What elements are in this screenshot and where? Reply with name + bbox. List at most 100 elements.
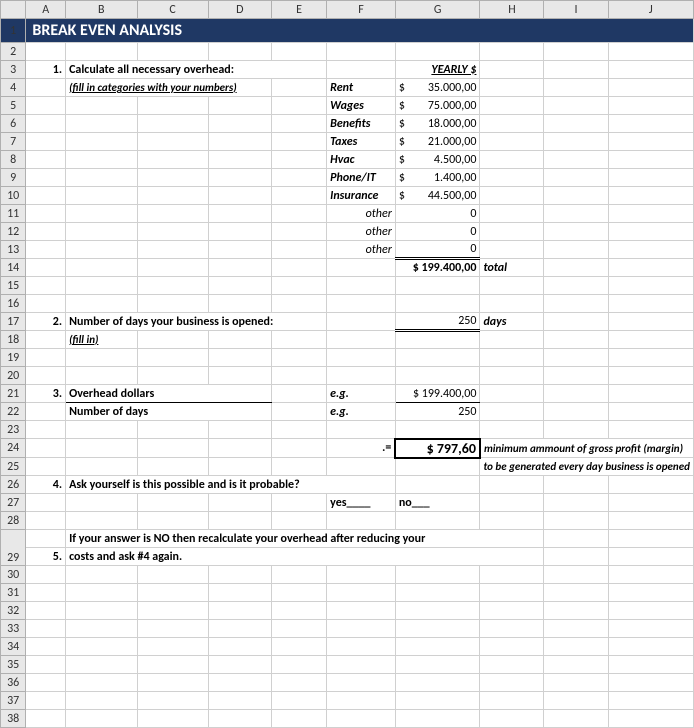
row-11: 11 other 0: [1, 205, 694, 223]
row-37: 37: [1, 692, 694, 710]
label-phone-it[interactable]: Phone/IT: [327, 169, 396, 187]
row-25: 25 to be generated every day business is…: [1, 458, 694, 476]
row-31: 31: [1, 584, 694, 602]
yearly-header[interactable]: YEARLY $: [395, 61, 480, 79]
col-header-C[interactable]: C: [137, 1, 208, 19]
row-23: 23: [1, 421, 694, 439]
number-of-days-label[interactable]: Number of days: [66, 403, 272, 421]
days-value[interactable]: 250: [395, 313, 480, 331]
page-title[interactable]: BREAK EVEN ANALYSIS: [26, 19, 694, 43]
step-5-num[interactable]: 5.: [26, 548, 66, 566]
label-other-3[interactable]: other: [327, 241, 396, 259]
row-29a: 29 If your answer is NO then recalculate…: [1, 530, 694, 548]
days-label[interactable]: days: [480, 313, 544, 331]
col-header-A[interactable]: A: [26, 1, 66, 19]
value-rent[interactable]: $35.000,00: [395, 79, 480, 97]
overhead-dollars-value[interactable]: $ 199.400,00: [395, 385, 480, 403]
col-header-B[interactable]: B: [66, 1, 137, 19]
step-5-text-line1[interactable]: If your answer is NO then recalculate yo…: [66, 530, 544, 548]
col-header-E[interactable]: E: [271, 1, 326, 19]
label-rent[interactable]: Rent: [327, 79, 396, 97]
step-2-num[interactable]: 2.: [26, 313, 66, 331]
row-5: 5 Wages $75.000,00: [1, 97, 694, 115]
row-22: 22 Number of days e.g. 250: [1, 403, 694, 421]
row-27: 27 yes____ no___: [1, 494, 694, 512]
row-15: 15: [1, 277, 694, 295]
value-hvac[interactable]: $4.500,00: [395, 151, 480, 169]
value-other-3[interactable]: 0: [395, 241, 480, 259]
value-taxes[interactable]: $21.000,00: [395, 133, 480, 151]
corner-cell[interactable]: [1, 1, 26, 19]
label-wages[interactable]: Wages: [327, 97, 396, 115]
result-note-2[interactable]: to be generated every day business is op…: [480, 458, 694, 476]
col-header-G[interactable]: G: [395, 1, 480, 19]
column-headers: A B C D E F G H I J: [1, 1, 694, 19]
col-header-H[interactable]: H: [480, 1, 544, 19]
col-header-J[interactable]: J: [608, 1, 694, 19]
value-wages[interactable]: $75.000,00: [395, 97, 480, 115]
equals-label[interactable]: .=: [327, 439, 396, 458]
eg-2[interactable]: e.g.: [327, 403, 396, 421]
total-value[interactable]: $ 199.400,00: [395, 259, 480, 277]
row-8: 8 Hvac $4.500,00: [1, 151, 694, 169]
fill-in-note[interactable]: (fill in categories with your numbers): [66, 79, 272, 97]
eg-1[interactable]: e.g.: [327, 385, 396, 403]
row-3: 3 1. Calculate all necessary overhead: Y…: [1, 61, 694, 79]
value-benefits[interactable]: $18.000,00: [395, 115, 480, 133]
label-benefits[interactable]: Benefits: [327, 115, 396, 133]
row-4: 4 (fill in categories with your numbers)…: [1, 79, 694, 97]
step-2-text[interactable]: Number of days your business is opened:: [66, 313, 327, 331]
no-field[interactable]: no___: [395, 494, 480, 512]
row-19: 19: [1, 349, 694, 367]
step-1-num[interactable]: 1.: [26, 61, 66, 79]
step-5-text-line2[interactable]: costs and ask #4 again.: [66, 548, 544, 566]
yes-field[interactable]: yes____: [327, 494, 396, 512]
step-1-text[interactable]: Calculate all necessary overhead:: [66, 61, 327, 79]
row-32: 32: [1, 602, 694, 620]
row-36: 36: [1, 674, 694, 692]
row-28: 28: [1, 512, 694, 530]
fill-in-2[interactable]: (fill in): [66, 331, 137, 349]
row-2: 2: [1, 43, 694, 61]
row-34: 34: [1, 638, 694, 656]
overhead-dollars-label[interactable]: Overhead dollars: [66, 385, 272, 403]
value-other-1[interactable]: 0: [395, 205, 480, 223]
step-4-num[interactable]: 4.: [26, 476, 66, 494]
row-header-1[interactable]: 1: [1, 19, 26, 43]
row-16: 16: [1, 295, 694, 313]
label-insurance[interactable]: Insurance: [327, 187, 396, 205]
row-18: 18 (fill in): [1, 331, 694, 349]
number-of-days-value[interactable]: 250: [395, 403, 480, 421]
label-hvac[interactable]: Hvac: [327, 151, 396, 169]
row-14: 14 $ 199.400,00 total: [1, 259, 694, 277]
result-note-1[interactable]: minimum ammount of gross profit (margin): [480, 439, 694, 458]
row-12: 12 other 0: [1, 223, 694, 241]
col-header-D[interactable]: D: [208, 1, 271, 19]
col-header-I[interactable]: I: [544, 1, 608, 19]
row-10: 10 Insurance $44.500,00: [1, 187, 694, 205]
value-phone-it[interactable]: $1.400,00: [395, 169, 480, 187]
col-header-F[interactable]: F: [327, 1, 396, 19]
label-taxes[interactable]: Taxes: [327, 133, 396, 151]
row-21: 21 3. Overhead dollars e.g. $ 199.400,00: [1, 385, 694, 403]
row-29: 5. costs and ask #4 again.: [1, 548, 694, 566]
row-17: 17 2. Number of days your business is op…: [1, 313, 694, 331]
value-insurance[interactable]: $44.500,00: [395, 187, 480, 205]
row-35: 35: [1, 656, 694, 674]
row-24: 24 .= $ 797,60 minimum ammount of gross …: [1, 439, 694, 458]
label-other-1[interactable]: other: [327, 205, 396, 223]
row-30: 30: [1, 566, 694, 584]
spreadsheet[interactable]: A B C D E F G H I J 1 BREAK EVEN ANALYSI…: [0, 0, 694, 728]
row-13: 13 other 0: [1, 241, 694, 259]
total-label[interactable]: total: [480, 259, 544, 277]
result-value[interactable]: $ 797,60: [395, 439, 480, 458]
row-7: 7 Taxes $21.000,00: [1, 133, 694, 151]
row-38: 38: [1, 710, 694, 728]
label-other-2[interactable]: other: [327, 223, 396, 241]
row-20: 20: [1, 367, 694, 385]
value-other-2[interactable]: 0: [395, 223, 480, 241]
row-1: 1 BREAK EVEN ANALYSIS: [1, 19, 694, 43]
step-3-num[interactable]: 3.: [26, 385, 66, 403]
step-4-text[interactable]: Ask yourself is this possible and is it …: [66, 476, 396, 494]
row-26: 26 4. Ask yourself is this possible and …: [1, 476, 694, 494]
